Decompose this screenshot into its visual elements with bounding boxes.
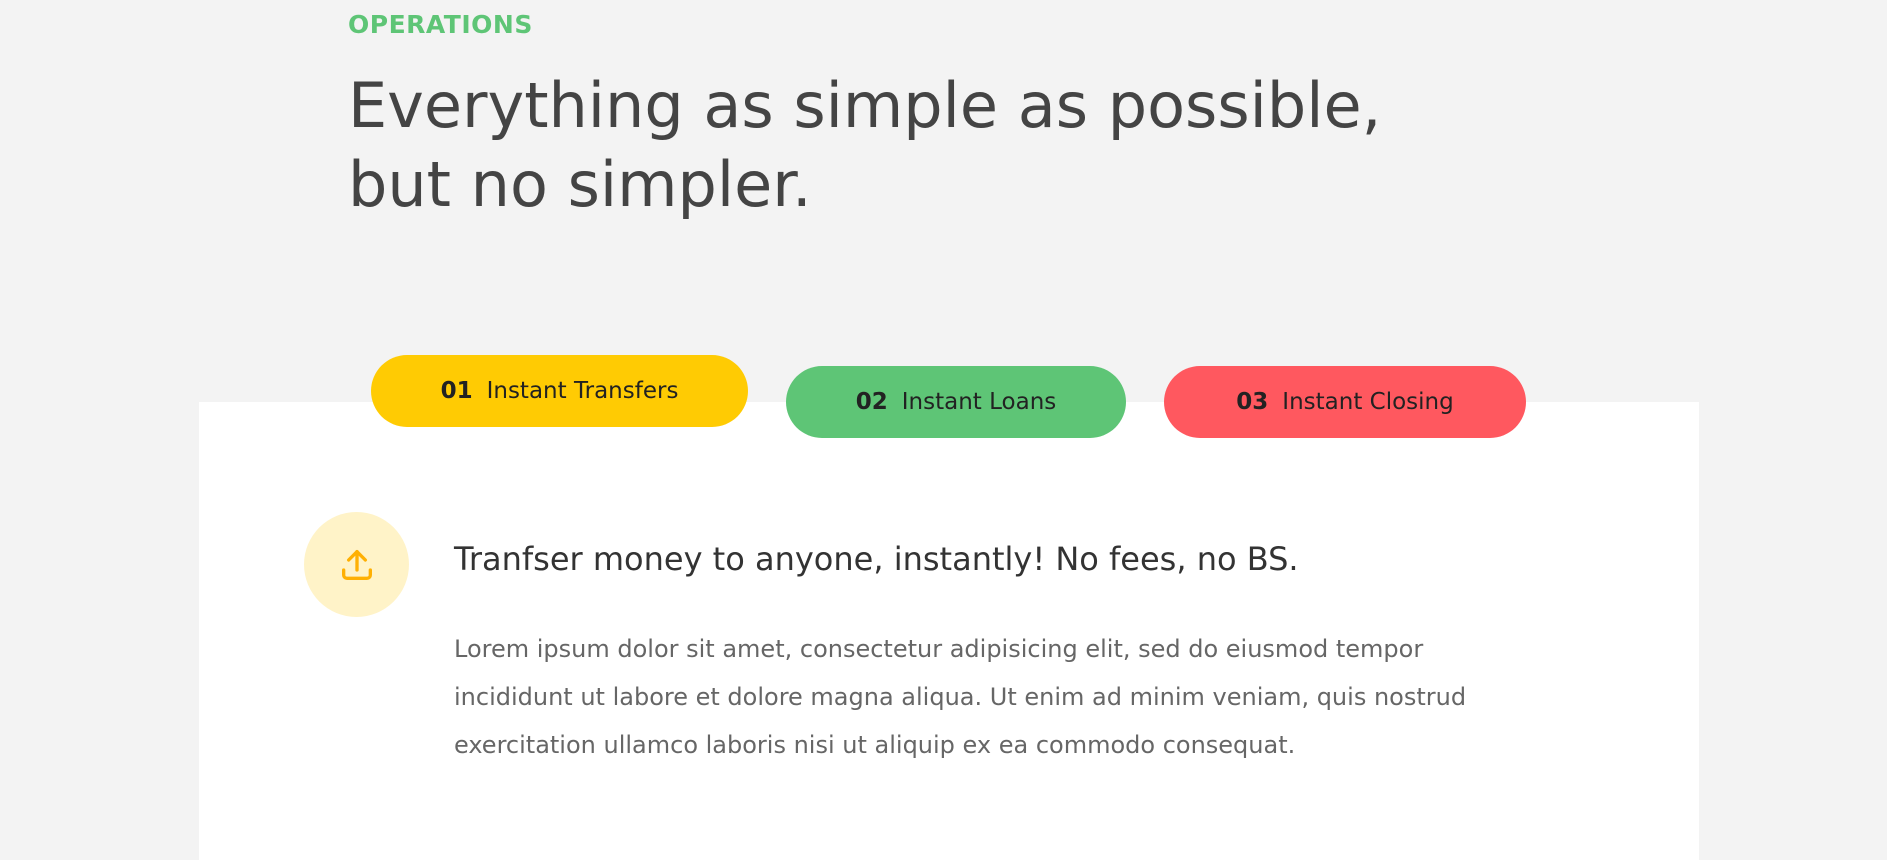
tab-instant-loans[interactable]: 02 Instant Loans: [786, 366, 1126, 438]
tab-instant-closing[interactable]: 03 Instant Closing: [1164, 366, 1526, 438]
tab-number: 03: [1236, 389, 1269, 415]
upload-icon-circle: [304, 512, 409, 617]
section-label: OPERATIONS: [348, 10, 533, 39]
content-heading: Tranfser money to anyone, instantly! No …: [454, 540, 1299, 578]
upload-icon: [341, 549, 372, 580]
tab-label: Instant Closing: [1282, 389, 1454, 415]
tab-instant-transfers[interactable]: 01 Instant Transfers: [371, 355, 748, 427]
tab-number: 01: [440, 378, 473, 404]
section-title: Everything as simple as possible, but no…: [348, 69, 1382, 221]
tab-label: Instant Loans: [901, 389, 1057, 415]
tab-number: 02: [855, 389, 888, 415]
operations-section: OPERATIONS Everything as simple as possi…: [0, 0, 1887, 860]
content-text: Lorem ipsum dolor sit amet, consectetur …: [454, 635, 1467, 759]
tab-label: Instant Transfers: [486, 378, 679, 404]
